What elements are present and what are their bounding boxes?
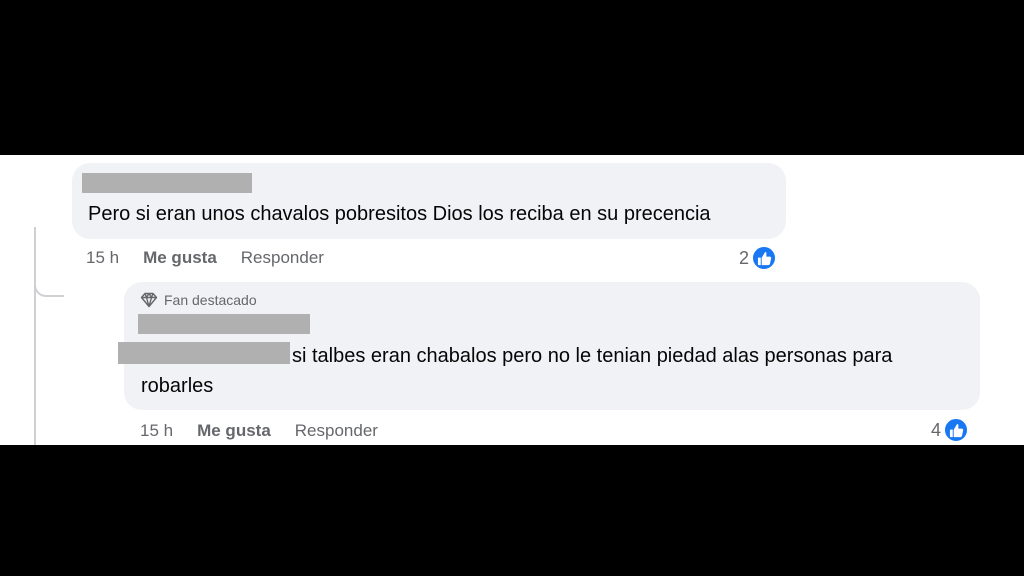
reply-button[interactable]: Responder (241, 248, 324, 268)
reaction-summary[interactable]: 2 (739, 244, 778, 272)
redacted-author-name[interactable] (138, 314, 310, 334)
reply-text-line-2: robarles (141, 375, 214, 397)
comment-actions: 15 h Me gusta Responder (86, 246, 324, 270)
reply-actions: 15 h Me gusta Responder (140, 419, 378, 443)
top-fan-badge: Fan destacado (140, 290, 257, 310)
like-button[interactable]: Me gusta (143, 248, 217, 268)
comment-bubble: Pero si eran unos chavalos pobresitos Di… (72, 163, 786, 239)
reaction-count: 2 (739, 247, 750, 268)
badge-label: Fan destacado (164, 292, 257, 308)
thumbs-up-icon (943, 417, 970, 443)
reply-bubble: Fan destacado si talbes eran chabalos pe… (118, 282, 980, 410)
thread-line (34, 227, 36, 445)
reply-time[interactable]: 15 h (140, 421, 173, 441)
thumbs-up-icon (751, 245, 778, 271)
redacted-mention[interactable] (118, 342, 290, 364)
reaction-summary[interactable]: 4 (931, 416, 970, 444)
diamond-icon (140, 292, 158, 308)
reaction-count: 4 (931, 419, 942, 440)
like-button[interactable]: Me gusta (197, 421, 271, 441)
comment-time[interactable]: 15 h (86, 248, 119, 268)
comment-thread: Pero si eran unos chavalos pobresitos Di… (0, 155, 1024, 445)
thread-branch (34, 275, 64, 297)
comment-text: Pero si eran unos chavalos pobresitos Di… (88, 203, 711, 225)
redacted-author-name[interactable] (82, 173, 252, 193)
reply-button[interactable]: Responder (295, 421, 378, 441)
reply-text-line-1: si talbes eran chabalos pero no le tenia… (292, 345, 893, 367)
